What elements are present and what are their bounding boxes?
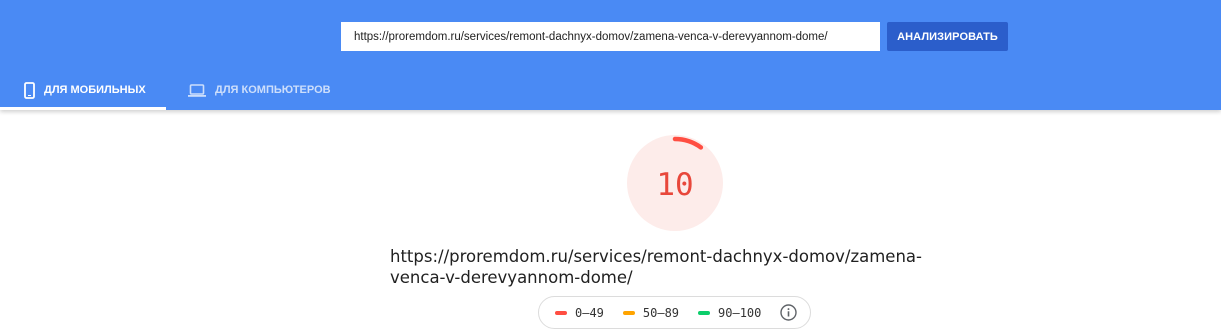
laptop-icon xyxy=(188,83,206,97)
legend-item-average: 50–89 xyxy=(622,305,680,320)
analyzed-url: https://proremdom.ru/services/remont-dac… xyxy=(390,246,960,288)
tab-mobile-label: ДЛЯ МОБИЛЬНЫХ xyxy=(44,84,146,96)
header-bar: АНАЛИЗИРОВАТЬ ДЛЯ МОБИЛЬНЫХ ДЛЯ КОМПЬЮТЕ… xyxy=(0,0,1221,110)
smartphone-icon xyxy=(24,81,35,99)
tab-desktop-label: ДЛЯ КОМПЬЮТЕРОВ xyxy=(215,84,331,96)
legend-label-fail: 0–49 xyxy=(575,305,604,320)
legend-item-pass: 90–100 xyxy=(698,306,761,320)
tab-mobile[interactable]: ДЛЯ МОБИЛЬНЫХ xyxy=(0,70,166,110)
analyze-button[interactable]: АНАЛИЗИРОВАТЬ xyxy=(887,22,1008,51)
analyzed-url-line-1: https://proremdom.ru/services/remont-dac… xyxy=(390,247,922,266)
performance-score: 10 xyxy=(656,167,694,203)
analyzed-url-line-2: venca-v-derevyannom-dome/ xyxy=(390,268,633,287)
url-input[interactable] xyxy=(341,22,880,51)
legend-label-pass: 90–100 xyxy=(718,305,762,320)
legend-item-fail: 0–49 xyxy=(555,306,604,320)
info-icon[interactable] xyxy=(780,304,798,321)
score-legend: 0–49 50–89 90–100 xyxy=(538,296,811,329)
legend-swatch-fail xyxy=(555,310,567,315)
legend-swatch-average xyxy=(622,310,635,315)
legend-label-average: 50–89 xyxy=(642,305,680,320)
legend-swatch-pass xyxy=(698,310,711,315)
tab-desktop[interactable]: ДЛЯ КОМПЬЮТЕРОВ xyxy=(166,70,346,110)
active-tab-indicator xyxy=(0,107,166,110)
performance-score-gauge: 10 xyxy=(626,134,724,232)
